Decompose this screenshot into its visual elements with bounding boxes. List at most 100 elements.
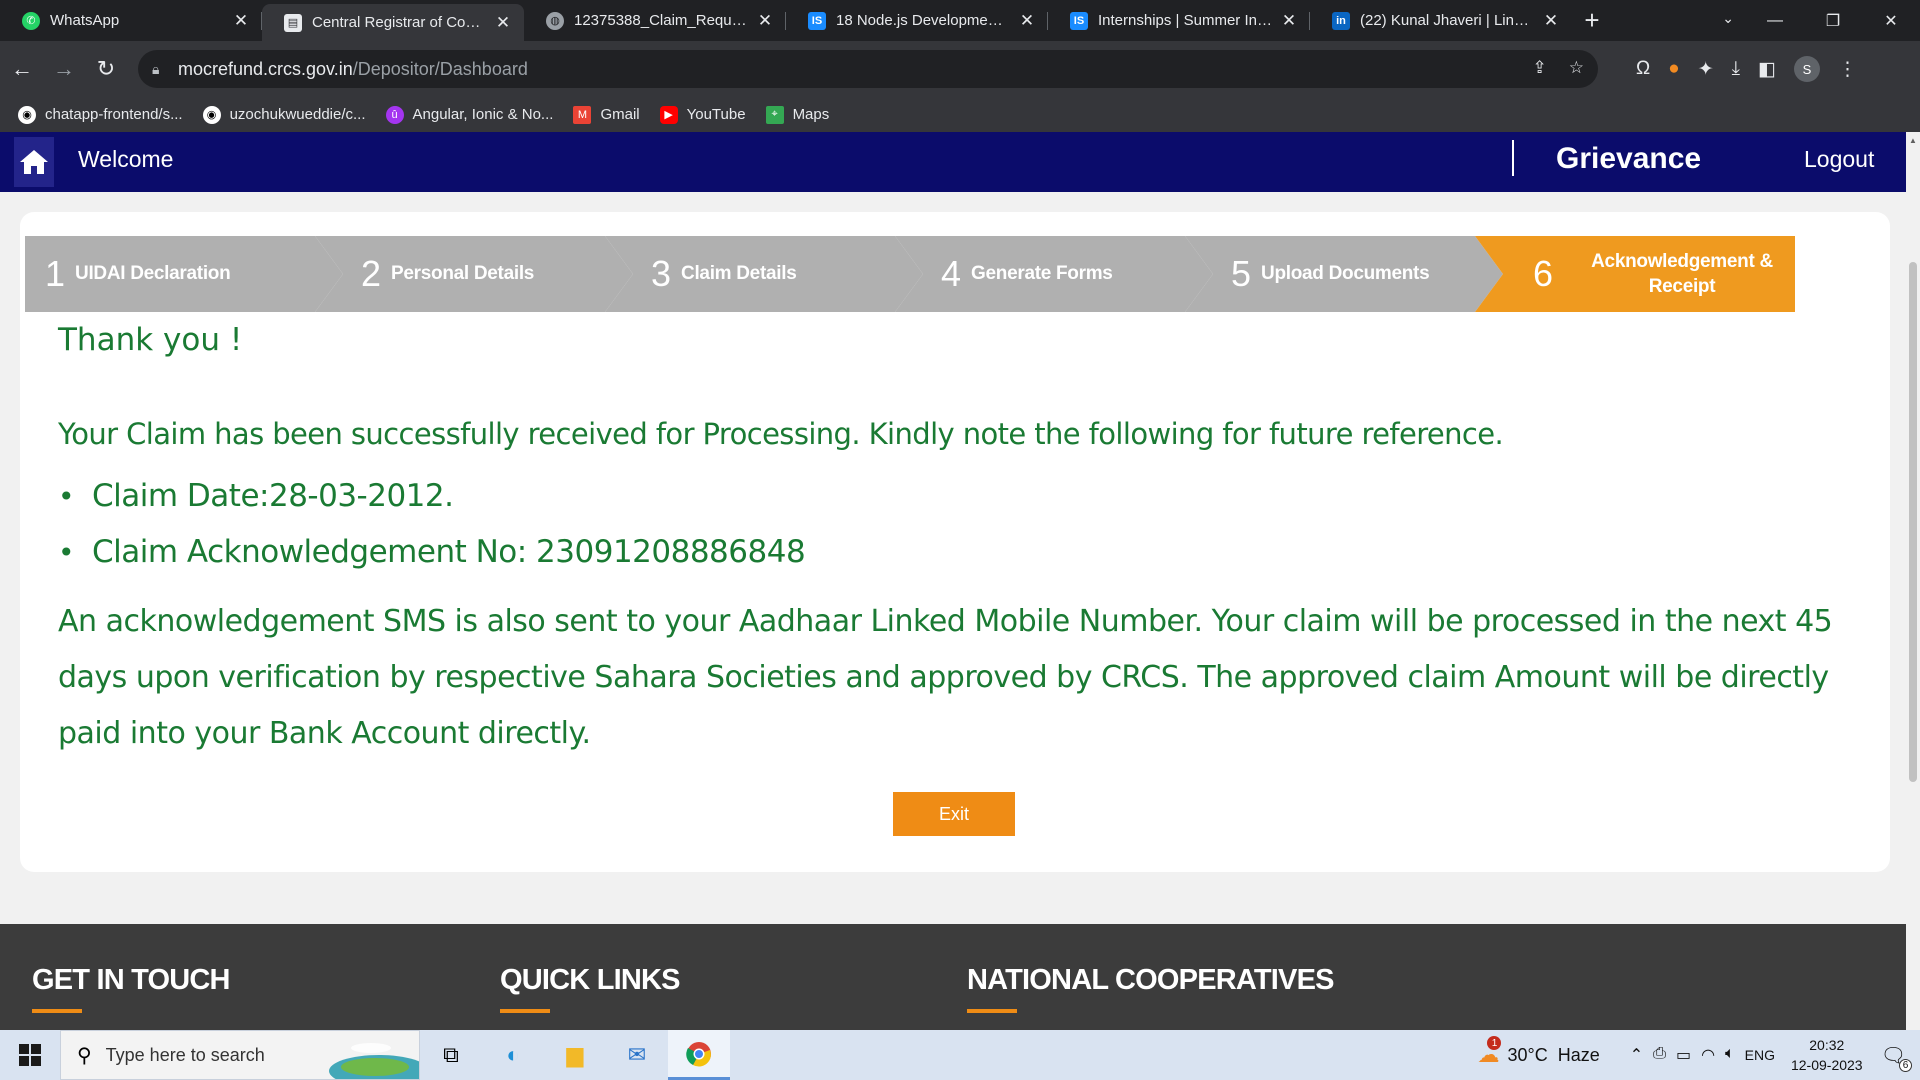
bookmark-label: YouTube: [686, 106, 746, 123]
step-upload-documents: 5 Upload Documents: [1185, 236, 1503, 312]
mail-icon[interactable]: ✉: [606, 1030, 668, 1080]
bookmark-chatapp[interactable]: ◉ chatapp-frontend/s...: [18, 105, 183, 124]
menu-kebab-icon[interactable]: ⋮: [1838, 58, 1857, 81]
meet-now-icon[interactable]: ⎙: [1653, 1045, 1666, 1065]
task-view-icon[interactable]: ⧉: [420, 1030, 482, 1080]
document-icon: ▤: [284, 13, 302, 32]
step-acknowledgement-receipt: 6 Acknowledgement & Receipt: [1475, 236, 1795, 312]
step-label: Claim Details: [681, 263, 797, 284]
bookmark-label: uzochukwueddie/c...: [229, 106, 366, 123]
share-icon[interactable]: ⇪: [1533, 58, 1547, 78]
footer-national-cooperatives: NATIONAL COOPERATIVES: [967, 964, 1334, 1013]
globe-icon: ◍: [546, 11, 564, 30]
chrome-icon[interactable]: [668, 1030, 730, 1080]
tab-claim-form[interactable]: ◍ 12375388_Claim_Request_Form ✕: [524, 0, 786, 41]
bookmark-gmail[interactable]: M Gmail: [573, 105, 640, 124]
grievance-link[interactable]: Grievance: [1556, 142, 1701, 176]
lock-icon: 🔒︎: [152, 60, 160, 77]
bookmark-angular[interactable]: û Angular, Ionic & No...: [385, 105, 553, 124]
close-icon[interactable]: ✕: [1280, 11, 1298, 31]
step-generate-forms: 4 Generate Forms: [895, 236, 1213, 312]
edge-icon[interactable]: ◐: [482, 1030, 544, 1080]
step-label: Acknowledgement & Receipt: [1591, 251, 1773, 297]
windows-taskbar: ⚲ Type here to search ⧉ ◐ ▆ ✉ ☁ 1 30°C Ha…: [0, 1030, 1920, 1080]
date: 12-09-2023: [1790, 1057, 1863, 1073]
download-icon[interactable]: ⤓: [1732, 58, 1740, 80]
internshala-icon: IS: [808, 11, 826, 30]
extensions-puzzle-icon[interactable]: ✦: [1698, 58, 1714, 81]
extension-orange-icon[interactable]: ●: [1668, 58, 1679, 80]
volume-icon[interactable]: 🔈︎: [1725, 1045, 1735, 1065]
chevron-up-icon[interactable]: ⌃: [1630, 1045, 1643, 1065]
github-icon: ◉: [202, 105, 221, 124]
step-label: Upload Documents: [1261, 263, 1430, 284]
battery-icon[interactable]: ▭: [1676, 1045, 1691, 1065]
extension-omega-icon[interactable]: Ω: [1636, 58, 1650, 80]
weather-widget[interactable]: ☁ 1 30°C Haze: [1477, 1036, 1600, 1068]
footer-heading: GET IN TOUCH: [32, 964, 231, 996]
taskbar-search[interactable]: ⚲ Type here to search: [60, 1030, 420, 1080]
windows-start-icon[interactable]: [0, 1030, 60, 1080]
clock[interactable]: 20:32 12-09-2023: [1791, 1035, 1863, 1075]
tab-title: 12375388_Claim_Request_Form: [574, 12, 748, 29]
close-icon[interactable]: ✕: [1018, 11, 1036, 31]
tab-crcs[interactable]: ▤ Central Registrar of Cooperative Socie…: [262, 4, 524, 41]
tab-title: WhatsApp: [50, 12, 120, 29]
welcome-text: Welcome: [78, 146, 174, 172]
close-icon[interactable]: ✕: [494, 13, 512, 33]
exit-button[interactable]: Exit: [893, 792, 1015, 836]
step-number: 5: [1231, 253, 1252, 294]
bookmark-label: Maps: [792, 106, 830, 123]
language-indicator[interactable]: ENG: [1745, 1047, 1775, 1063]
tab-internshala-node[interactable]: IS 18 Node.js Development Internships ✕: [786, 0, 1048, 41]
bookmark-star-icon[interactable]: ☆: [1569, 58, 1584, 78]
minimize-icon[interactable]: —: [1746, 12, 1804, 30]
tab-whatsapp[interactable]: ✆ WhatsApp ✕: [0, 0, 262, 41]
bookmark-youtube[interactable]: ▶ YouTube: [659, 105, 746, 124]
logout-link[interactable]: Logout: [1804, 146, 1874, 173]
step-claim-details: 3 Claim Details: [605, 236, 923, 312]
page-scrollbar[interactable]: ▲: [1906, 132, 1920, 1030]
bookmark-uzochukwu[interactable]: ◉ uzochukwueddie/c...: [202, 105, 366, 124]
search-placeholder: Type here to search: [105, 1044, 265, 1065]
forward-icon[interactable]: →: [44, 49, 84, 89]
footer-heading: NATIONAL COOPERATIVES: [967, 964, 1334, 996]
browser-tab-bar: ✆ WhatsApp ✕ ▤ Central Registrar of Coop…: [0, 0, 1920, 41]
tab-title: (22) Kunal Jhaveri | LinkedIn: [1360, 12, 1534, 29]
notification-icon[interactable]: 🗨︎ 6: [1881, 1043, 1912, 1072]
reload-icon[interactable]: ↻: [86, 49, 126, 89]
window-close-icon[interactable]: ✕: [1862, 11, 1920, 31]
back-icon[interactable]: ←: [2, 49, 42, 89]
tab-linkedin[interactable]: in (22) Kunal Jhaveri | LinkedIn ✕: [1310, 0, 1572, 41]
restore-icon[interactable]: ❐: [1804, 11, 1862, 31]
notification-count: 6: [1899, 1058, 1912, 1072]
footer-quick-links: QUICK LINKS: [500, 964, 681, 1013]
side-panel-icon[interactable]: ◧: [1758, 58, 1776, 81]
close-icon[interactable]: ✕: [232, 11, 250, 31]
address-bar[interactable]: 🔒︎ mocrefund.crcs.gov.in/Depositor/Dashb…: [138, 50, 1598, 88]
tab-search-icon[interactable]: ⌄: [1722, 10, 1734, 27]
page-viewport: Welcome Grievance Logout 1 UIDAI Declara…: [0, 132, 1920, 1030]
profile-avatar[interactable]: S: [1793, 56, 1820, 82]
linkedin-icon: in: [1332, 11, 1350, 30]
progress-stepper: 1 UIDAI Declaration 2 Personal Details 3…: [25, 236, 1863, 312]
scroll-up-icon[interactable]: ▲: [1909, 136, 1917, 145]
tab-title: Internships | Summer Internships: [1098, 12, 1272, 29]
file-explorer-icon[interactable]: ▆: [544, 1030, 606, 1080]
weather-badge: 1: [1487, 1036, 1502, 1050]
scrollbar-thumb[interactable]: [1909, 262, 1917, 782]
home-icon[interactable]: [14, 137, 54, 187]
footer-get-in-touch: GET IN TOUCH: [32, 964, 231, 1013]
close-icon[interactable]: ✕: [1542, 11, 1560, 31]
thank-you-heading: Thank you !: [58, 322, 243, 358]
tab-internshala-summer[interactable]: IS Internships | Summer Internships ✕: [1048, 0, 1310, 41]
internshala-icon: IS: [1070, 11, 1088, 30]
site-footer: GET IN TOUCH QUICK LINKS NATIONAL COOPER…: [0, 924, 1906, 1030]
sms-notice-text: An acknowledgement SMS is also sent to y…: [58, 604, 1833, 751]
udemy-icon: û: [385, 105, 404, 124]
step-number: 2: [361, 253, 382, 294]
bookmark-maps[interactable]: ⌖ Maps: [765, 105, 830, 124]
new-tab-button[interactable]: +: [1572, 0, 1612, 41]
close-icon[interactable]: ✕: [756, 11, 774, 31]
wifi-icon[interactable]: ◠: [1701, 1045, 1715, 1065]
